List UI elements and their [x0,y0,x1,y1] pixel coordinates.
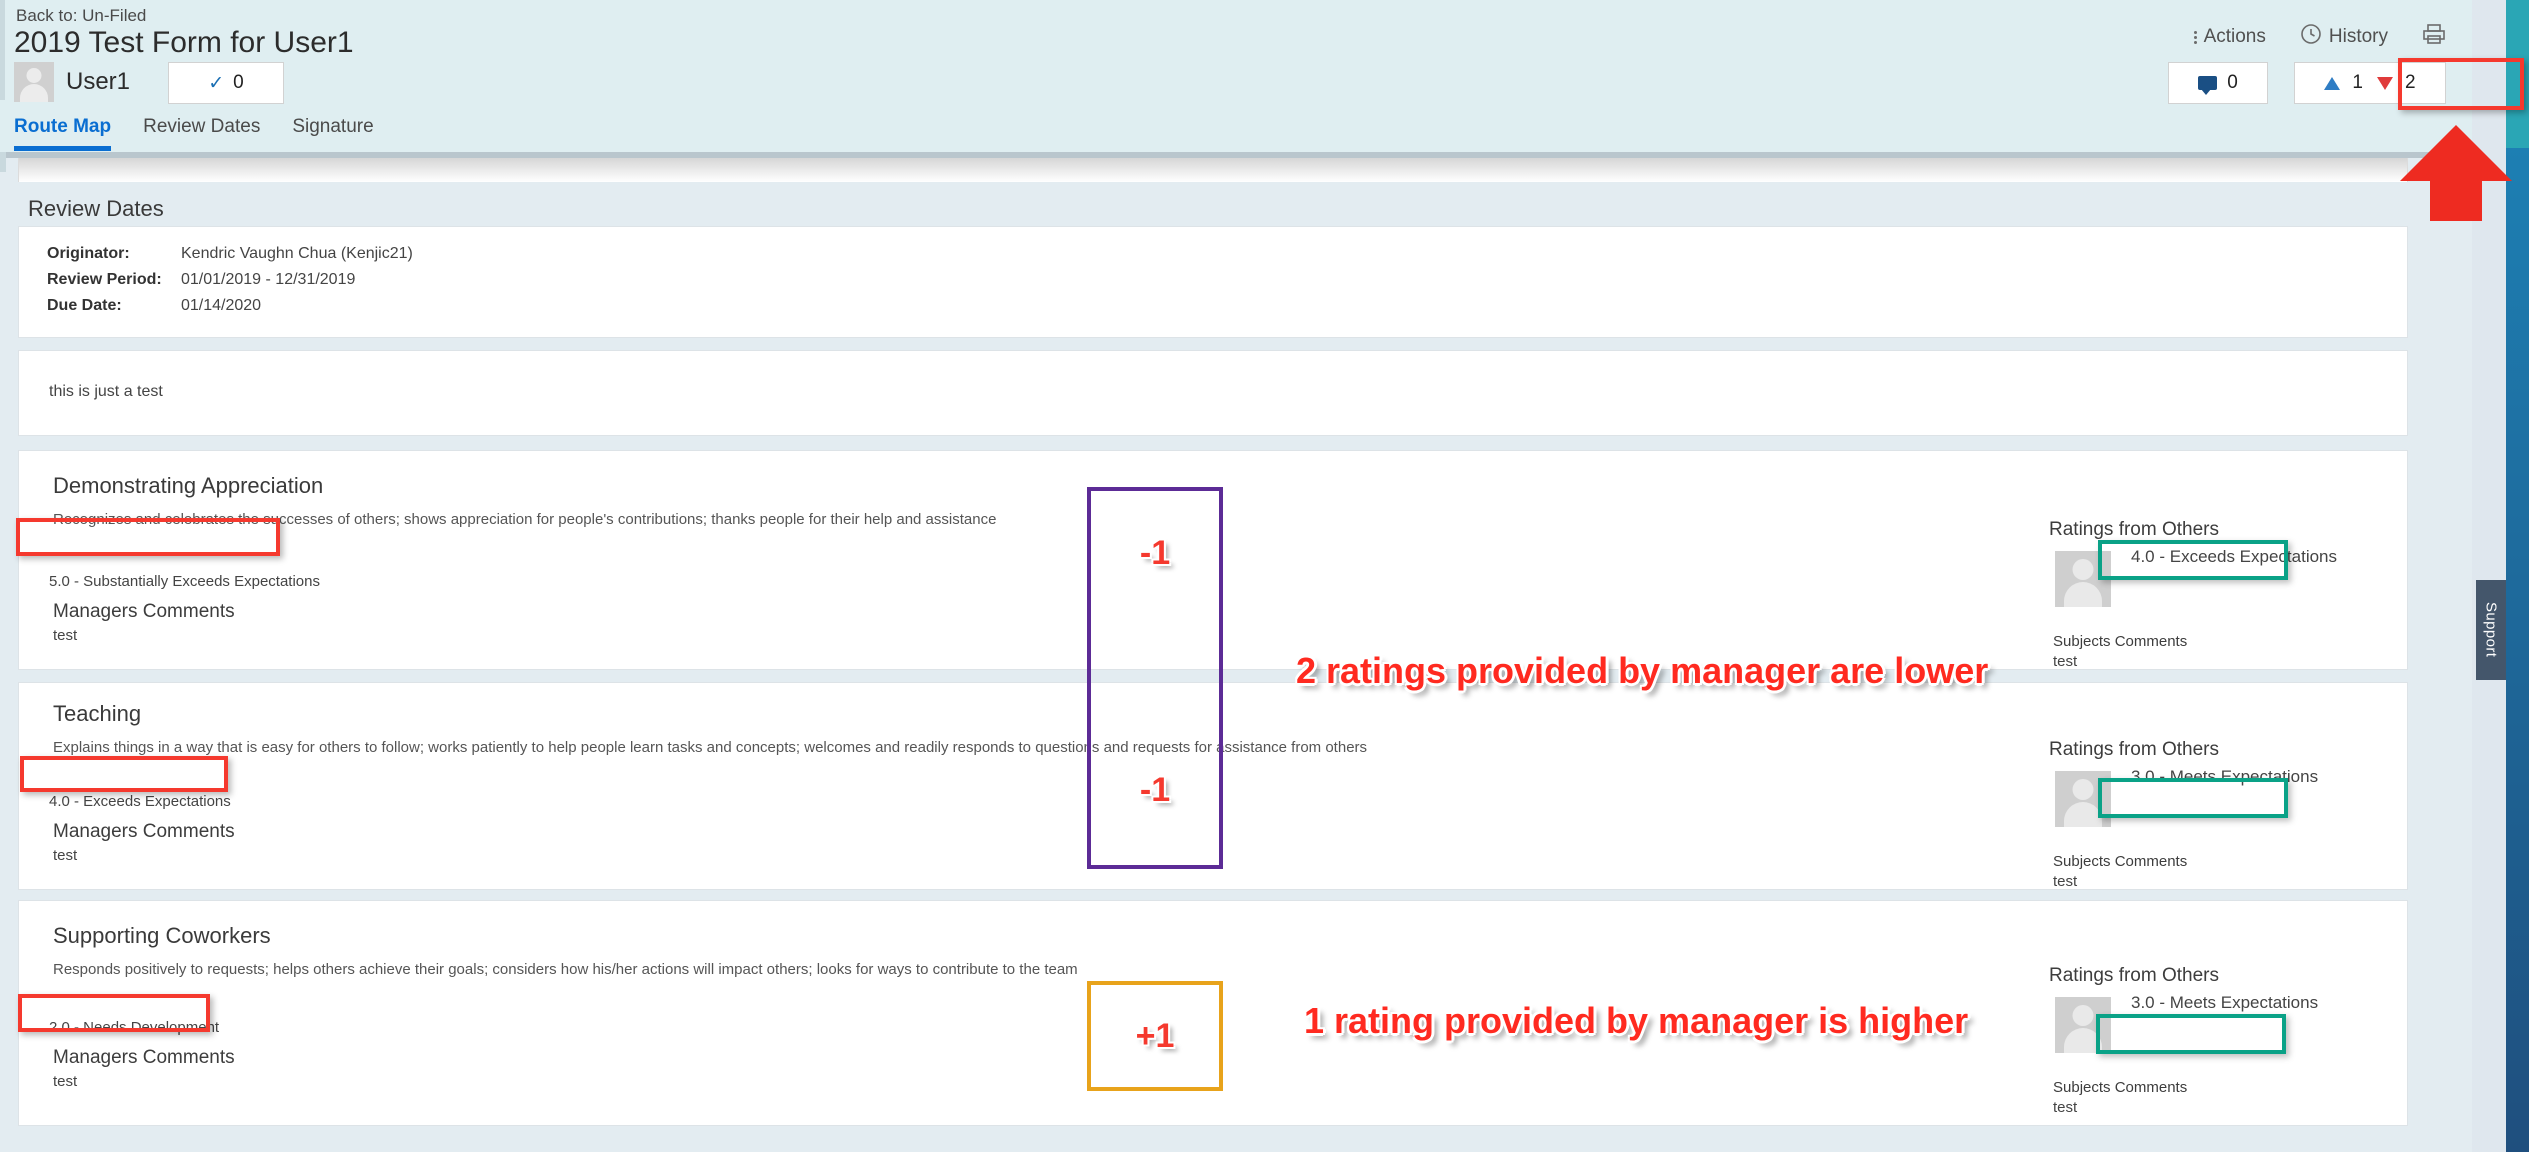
tab-route-map[interactable]: Route Map [14,116,112,151]
ratings-from-others-label: Ratings from Others [2049,965,2219,986]
printer-icon [2422,23,2446,51]
rating-variance-button[interactable]: 1 2 [2294,62,2446,104]
review-dates-card: Originator: Kendric Vaughn Chua (Kenjic2… [18,226,2408,338]
subjects-comments-label: Subjects Comments [2053,1079,2188,1096]
rail-teal-accent [2506,0,2529,148]
ratings-from-others-label: Ratings from Others [2049,519,2219,540]
tab-signature[interactable]: Signature [292,116,373,151]
history-label: History [2328,26,2388,47]
comment-count: 0 [2227,72,2238,93]
subjects-comments-label: Subjects Comments [2053,633,2188,650]
competency-card: Supporting Coworkers Responds positively… [18,900,2408,1126]
actions-label: Actions [2203,26,2266,47]
header-left-rail [0,0,5,100]
other-rating-value: 4.0 - Exceeds Expectations [2119,539,2350,575]
managers-comments-label: Managers Comments [53,821,235,842]
review-dates-section-title: Review Dates [28,196,164,221]
competency-title: Supporting Coworkers [53,923,271,948]
rating-down-count: 2 [2405,72,2416,93]
competency-description: Responds positively to requests; helps o… [53,961,1078,978]
rail-blue-gradient [2506,148,2529,1152]
intro-comment-card: this is just a test [18,350,2408,436]
tab-bar: Route Map Review Dates Signature [14,116,374,151]
kebab-icon [2193,30,2197,44]
support-tab[interactable]: Support [2476,580,2506,680]
rating-up-count: 1 [2352,72,2363,93]
goal-count-button[interactable]: ✓ 0 [168,62,284,104]
managers-comments-text: test [53,627,78,644]
goal-count-value: 0 [233,72,244,93]
subjects-comments-label: Subjects Comments [2053,853,2188,870]
history-button[interactable]: History [2300,23,2388,51]
manager-rating-value[interactable]: 4.0 - Exceeds Expectations [49,793,231,810]
subjects-comments-text: test [2053,653,2078,670]
rater-avatar [2055,771,2111,827]
comments-button[interactable]: 0 [2168,62,2268,104]
right-rail [2472,0,2529,1152]
competency-description: Explains things in a way that is easy fo… [53,739,1368,756]
rating-down-group: 2 [2377,72,2416,94]
competency-description: Recognizes and celebrates the successes … [53,511,997,528]
due-date-value: 01/14/2020 [181,297,262,314]
competency-card: Teaching Explains things in a way that i… [18,682,2408,890]
content-top-fade [18,158,2408,182]
page-title: 2019 Test Form for User1 [14,26,354,59]
header-counter-pills: 0 1 2 [2168,62,2446,104]
managers-comments-label: Managers Comments [53,601,235,622]
check-icon: ✓ [208,72,225,94]
originator-value: Kendric Vaughn Chua (Kenjic21) [181,245,413,262]
triangle-down-icon [2377,76,2393,90]
rater-avatar [2055,997,2111,1053]
managers-comments-text: test [53,1073,78,1090]
avatar [14,62,54,102]
rating-up-group: 1 [2324,72,2363,94]
print-button[interactable] [2422,23,2446,51]
triangle-up-icon [2324,76,2341,90]
comment-bubble-icon [2198,76,2218,95]
tab-review-dates[interactable]: Review Dates [143,116,260,151]
originator-label: Originator: [47,245,130,262]
actions-button[interactable]: Actions [2193,26,2266,48]
subjects-comments-text: test [2053,873,2078,890]
user-name: User1 [66,68,131,95]
review-period-value: 01/01/2019 - 12/31/2019 [181,271,356,288]
competency-title: Teaching [53,701,142,726]
support-label: Support [2482,602,2500,658]
page-header: Back to: Un-Filed 2019 Test Form for Use… [0,0,2472,152]
managers-comments-text: test [53,847,78,864]
other-rating-value: 3.0 - Meets Expectations [2119,759,2331,795]
manager-rating-value[interactable]: 2.0 - Needs Development [49,1019,219,1036]
review-period-label: Review Period: [47,271,162,288]
manager-rating-value[interactable]: 5.0 - Substantially Exceeds Expectations [49,573,320,590]
other-rating-value: 3.0 - Meets Expectations [2119,985,2331,1021]
due-date-label: Due Date: [47,297,122,314]
subjects-comments-text: test [2053,1099,2078,1116]
competency-title: Demonstrating Appreciation [53,473,324,498]
body-left-rail [0,152,6,172]
managers-comments-label: Managers Comments [53,1047,235,1068]
ratings-from-others-label: Ratings from Others [2049,739,2219,760]
back-link[interactable]: Back to: Un-Filed [16,6,146,26]
competency-card: Demonstrating Appreciation Recognizes an… [18,450,2408,670]
intro-comment-text: this is just a test [49,383,163,400]
app-root: Back to: Un-Filed 2019 Test Form for Use… [0,0,2529,1152]
clock-icon [2300,23,2322,51]
header-action-bar: Actions History [2193,22,2472,52]
rater-avatar [2055,551,2111,607]
